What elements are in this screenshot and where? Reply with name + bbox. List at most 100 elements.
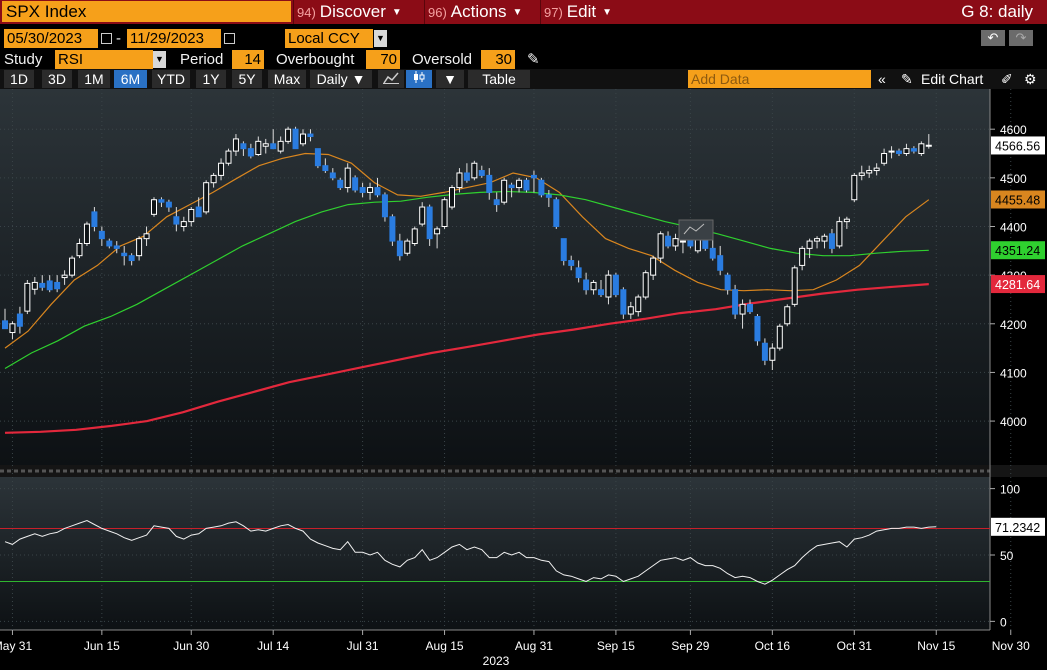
period-button-1d[interactable]: 1D (4, 70, 34, 88)
candle-body (195, 206, 202, 218)
candle-body (724, 274, 731, 291)
x-tick-label: Jul 14 (257, 639, 289, 653)
add-data-placeholder: Add Data (691, 71, 750, 87)
candle-body (322, 165, 329, 172)
candle-body (456, 172, 463, 189)
y-axis-background (990, 89, 1047, 630)
chart-toolbar: 1D 3D 1M 6M YTD 1Y 5Y Max Daily ▼ ▼ Tabl… (0, 69, 1047, 89)
overbought-field[interactable]: 70 (366, 50, 400, 69)
rsi-tick-label: 0 (1000, 615, 1007, 629)
candle-body (69, 257, 76, 276)
x-tick-label: Aug 15 (426, 639, 464, 653)
price-tick-label: 4000 (1000, 415, 1027, 429)
gear-icon[interactable]: ⚙ (1024, 70, 1037, 88)
candle-body (262, 143, 269, 147)
candle-body (270, 143, 277, 150)
candle-body (121, 252, 128, 257)
candle-body (575, 267, 582, 279)
rsi-tick-label: 50 (1000, 549, 1014, 563)
candle-body (516, 179, 523, 189)
candle-body (761, 342, 768, 361)
chart-type-dropdown[interactable]: ▼ (436, 70, 464, 88)
candle-body (203, 182, 210, 213)
actions-menu-number: 96) (428, 5, 447, 20)
undo-icon[interactable]: ↶ (981, 30, 1005, 46)
calendar-icon[interactable] (224, 33, 235, 44)
period-button-6m[interactable]: 6M (114, 70, 147, 88)
price-chart[interactable]: 4000410042004300440045004600050100 May 3… (0, 89, 1047, 670)
candle-body (329, 172, 336, 179)
candle-body (888, 150, 895, 153)
frequency-select[interactable]: Daily ▼ (310, 70, 372, 88)
candle-body (836, 221, 843, 247)
candle-body (136, 238, 143, 257)
candle-body (858, 172, 865, 176)
pencil-icon[interactable]: ✎ (527, 50, 540, 69)
actions-menu[interactable]: 96) Actions ▼ (424, 0, 540, 24)
x-tick-label: Nov 15 (917, 639, 955, 653)
candle-body (881, 153, 888, 164)
discover-menu-label: Discover (319, 2, 386, 21)
edit-chart-button[interactable]: Edit Chart (921, 70, 983, 88)
collapse-icon[interactable]: « (878, 70, 886, 88)
chart-popup-widget[interactable] (678, 219, 714, 241)
candle-body (232, 138, 239, 152)
candle-body (493, 199, 500, 206)
candle-body (344, 167, 351, 189)
candle-body (709, 247, 716, 259)
date-range-row: 05/30/2023 - 11/29/2023 Local CCY ▼ ↶ ↷ (0, 27, 1047, 49)
candle-body (910, 148, 917, 152)
chevron-down-icon[interactable]: ▼ (153, 51, 166, 68)
period-button-3d[interactable]: 3D (42, 70, 72, 88)
edit-menu[interactable]: 97) Edit ▼ (540, 0, 628, 24)
candle-body (359, 187, 366, 193)
annotate-icon[interactable]: ✐ (1001, 70, 1013, 88)
candle-body (776, 325, 783, 349)
line-chart-icon[interactable] (378, 70, 404, 88)
currency-select[interactable]: Local CCY (285, 29, 373, 48)
candle-body (478, 170, 485, 176)
candle-body (553, 199, 560, 227)
add-data-input[interactable]: Add Data (688, 70, 871, 88)
start-date-field[interactable]: 05/30/2023 (4, 29, 98, 48)
candle-body (367, 187, 374, 193)
discover-menu[interactable]: 94) Discover ▼ (293, 0, 424, 24)
x-tick-label: Nov 30 (992, 639, 1030, 653)
candle-body (128, 255, 135, 262)
period-button-1m[interactable]: 1M (78, 70, 110, 88)
period-button-max[interactable]: Max (268, 70, 306, 88)
candle-body (598, 289, 604, 296)
period-field[interactable]: 14 (232, 50, 264, 69)
last-value-text: 4351.24 (995, 244, 1040, 258)
candle-body (732, 289, 739, 315)
redo-icon[interactable]: ↷ (1009, 30, 1033, 46)
candle-body (814, 238, 821, 242)
candle-body (754, 315, 761, 342)
end-date-field[interactable]: 11/29/2023 (127, 29, 221, 48)
candle-body (434, 228, 441, 235)
calendar-icon[interactable] (101, 33, 112, 44)
frequency-value: Daily (316, 71, 348, 87)
study-row: Study RSI ▼ Period 14 Overbought 70 Over… (0, 50, 1047, 69)
security-input[interactable]: SPX Index (2, 1, 291, 22)
oversold-field[interactable]: 30 (481, 50, 515, 69)
pencil-icon[interactable]: ✎ (901, 70, 913, 88)
candlestick-icon[interactable] (406, 70, 432, 88)
x-tick-label: Sep 29 (671, 639, 709, 653)
last-value-text: 4281.64 (995, 278, 1040, 292)
candle-body (292, 128, 299, 150)
candle-body (665, 235, 672, 247)
period-button-ytd[interactable]: YTD (152, 70, 190, 88)
candle-body (98, 230, 105, 240)
candle-body (650, 257, 657, 276)
table-button[interactable]: Table (468, 70, 530, 88)
caret-down-icon: ▼ (602, 7, 612, 18)
study-select[interactable]: RSI (55, 50, 153, 69)
overbought-value: 70 (380, 51, 397, 68)
period-button-5y[interactable]: 5Y (232, 70, 262, 88)
period-button-1y[interactable]: 1Y (196, 70, 226, 88)
candle-body (39, 282, 46, 288)
caret-down-icon: ▼ (512, 7, 523, 18)
candle-body (657, 233, 664, 259)
chevron-down-icon[interactable]: ▼ (374, 30, 387, 47)
